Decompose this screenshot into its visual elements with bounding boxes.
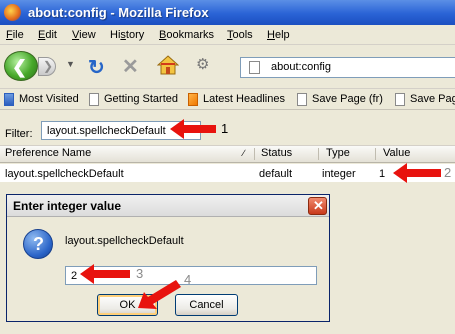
cancel-button[interactable]: Cancel xyxy=(175,294,238,316)
annotation-number-2: 2 xyxy=(444,165,452,180)
url-bar[interactable]: about:config xyxy=(240,57,455,78)
column-divider[interactable] xyxy=(318,148,319,160)
annotation-arrow-3 xyxy=(80,264,130,284)
most-visited-icon xyxy=(4,93,14,106)
page-icon xyxy=(395,93,405,106)
page-icon xyxy=(89,93,99,106)
history-dropdown-icon[interactable]: ▼ xyxy=(66,59,75,69)
menu-bar: File Edit View History Bookmarks Tools H… xyxy=(0,25,455,45)
column-divider[interactable] xyxy=(375,148,376,160)
sort-indicator-icon: ∕ xyxy=(243,148,245,158)
menu-bookmarks[interactable]: Bookmarks xyxy=(159,29,214,41)
menu-help[interactable]: Help xyxy=(267,29,290,41)
back-button[interactable]: ❮ xyxy=(4,51,38,81)
url-text: about:config xyxy=(271,61,331,73)
column-status[interactable]: Status xyxy=(261,147,292,162)
reload-icon[interactable]: ↻ xyxy=(88,55,105,80)
forward-arrow-icon: ❯ xyxy=(43,59,54,73)
close-icon: ✕ xyxy=(313,198,324,213)
row-status: default xyxy=(259,168,293,180)
menu-tools[interactable]: Tools xyxy=(227,29,253,41)
forward-button[interactable]: ❯ xyxy=(38,57,56,76)
dialog-titlebar: Enter integer value ✕ xyxy=(7,195,329,217)
dialog-message: layout.spellcheckDefault xyxy=(65,235,184,247)
filter-label: Filter: xyxy=(5,128,33,140)
column-value[interactable]: Value xyxy=(383,147,410,162)
row-preference-name: layout.spellcheckDefault xyxy=(5,168,124,180)
annotation-number-3: 3 xyxy=(136,266,144,281)
annotation-arrow-1 xyxy=(170,119,216,139)
window-title: about:config - Mozilla Firefox xyxy=(28,5,209,20)
row-type: integer xyxy=(322,168,356,180)
menu-history[interactable]: History xyxy=(110,29,144,41)
column-divider[interactable] xyxy=(254,148,255,160)
column-type[interactable]: Type xyxy=(326,147,350,162)
page-icon xyxy=(249,61,260,74)
page-icon xyxy=(297,93,307,106)
navigation-toolbar: ❮ ❯ ▼ ↻ ✕ ⚙ about:config xyxy=(0,45,455,88)
dialog-close-button[interactable]: ✕ xyxy=(308,197,327,215)
rss-feed-icon xyxy=(188,93,198,106)
back-arrow-icon: ❮ xyxy=(12,57,28,77)
annotation-arrow-2 xyxy=(393,163,441,183)
dialog-title: Enter integer value xyxy=(13,199,122,213)
bookmarks-toolbar: Most Visited Getting Started Latest Head… xyxy=(0,88,455,110)
stop-icon[interactable]: ✕ xyxy=(122,54,139,79)
annotation-number-1: 1 xyxy=(221,121,229,136)
firefox-logo-icon xyxy=(4,4,21,21)
annotation-arrow-4 xyxy=(138,280,181,309)
menu-view[interactable]: View xyxy=(72,29,96,41)
question-icon: ? xyxy=(23,229,53,259)
addon-gear-icon[interactable]: ⚙ xyxy=(196,55,209,73)
menu-file[interactable]: File xyxy=(6,29,24,41)
annotation-number-4: 4 xyxy=(184,272,192,287)
home-icon[interactable] xyxy=(157,54,179,76)
row-value: 1 xyxy=(379,168,386,180)
window-titlebar: about:config - Mozilla Firefox xyxy=(0,0,455,25)
column-preference-name[interactable]: Preference Name xyxy=(5,147,91,162)
menu-edit[interactable]: Edit xyxy=(38,29,57,41)
